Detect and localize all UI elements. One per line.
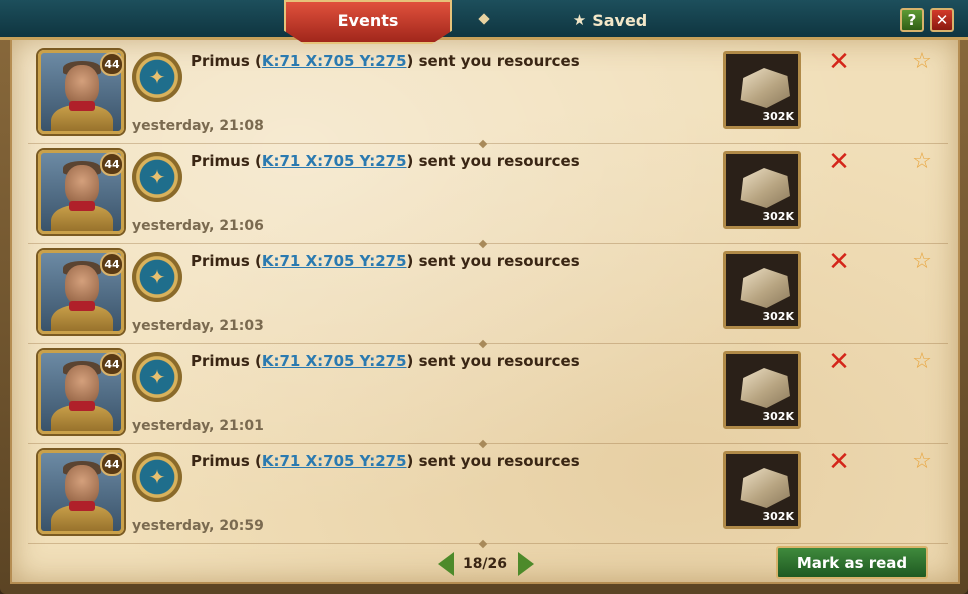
event-message: Primus (K:71 X:705 Y:275) sent you resou… [191, 452, 580, 470]
stone-icon [740, 168, 790, 208]
event-message: Primus (K:71 X:705 Y:275) sent you resou… [191, 152, 580, 170]
level-badge: 44 [100, 352, 124, 376]
stone-icon [740, 368, 790, 408]
avatar-face [65, 365, 99, 405]
tab-saved-label: Saved [592, 10, 648, 30]
event-time: yesterday, 21:03 [132, 318, 264, 334]
resource-slot[interactable]: 302K [723, 251, 801, 329]
event-message: Primus (K:71 X:705 Y:275) sent you resou… [191, 252, 580, 270]
page-indicator: 18/26 [462, 556, 508, 572]
eagle-emblem-icon: ✦ [132, 252, 182, 302]
pager-prev-arrow-icon[interactable] [438, 552, 454, 576]
level-badge: 44 [100, 252, 124, 276]
event-time: yesterday, 21:08 [132, 118, 264, 134]
tab-separator [478, 13, 490, 25]
favorite-button[interactable]: ☆ [910, 450, 934, 474]
delete-button[interactable]: ✕ [828, 449, 850, 475]
list-item: 44 ✦ Primus (K:71 X:705 Y:275) sent you … [28, 244, 948, 344]
mark-as-read-button[interactable]: Mark as read [776, 546, 928, 579]
resource-slot[interactable]: 302K [723, 151, 801, 229]
avatar-collar [69, 501, 95, 511]
help-button[interactable]: ? [900, 8, 924, 32]
event-action: sent you resources [418, 352, 580, 370]
coords-link[interactable]: K:71 X:705 Y:275 [262, 452, 407, 470]
list-item: 44 ✦ Primus (K:71 X:705 Y:275) sent you … [28, 144, 948, 244]
event-time: yesterday, 21:06 [132, 218, 264, 234]
sender-name: Primus [191, 252, 250, 270]
avatar-face [65, 465, 99, 505]
sender-name: Primus [191, 152, 250, 170]
star-icon: ★ [572, 11, 587, 29]
event-action: sent you resources [418, 252, 580, 270]
resource-amount: 302K [762, 210, 795, 223]
tab-saved[interactable]: ★ Saved [540, 6, 680, 34]
list-item: 44 ✦ Primus (K:71 X:705 Y:275) sent you … [28, 344, 948, 444]
tab-events[interactable]: Events [284, 0, 452, 44]
resource-amount: 302K [762, 410, 795, 423]
avatar-collar [69, 101, 95, 111]
event-action: sent you resources [418, 152, 580, 170]
stone-icon [740, 68, 790, 108]
sender-name: Primus [191, 52, 250, 70]
level-badge: 44 [100, 452, 124, 476]
avatar-collar [69, 401, 95, 411]
event-time: yesterday, 21:01 [132, 418, 264, 434]
delete-button[interactable]: ✕ [828, 49, 850, 75]
favorite-button[interactable]: ☆ [910, 350, 934, 374]
coords-link[interactable]: K:71 X:705 Y:275 [262, 252, 407, 270]
stone-icon [740, 268, 790, 308]
eagle-emblem-icon: ✦ [132, 352, 182, 402]
eagle-emblem-icon: ✦ [132, 152, 182, 202]
event-message: Primus (K:71 X:705 Y:275) sent you resou… [191, 52, 580, 70]
list-item: 44 ✦ Primus (K:71 X:705 Y:275) sent you … [28, 44, 948, 144]
favorite-button[interactable]: ☆ [910, 250, 934, 274]
sender-name: Primus [191, 352, 250, 370]
event-time: yesterday, 20:59 [132, 518, 264, 534]
event-message: Primus (K:71 X:705 Y:275) sent you resou… [191, 352, 580, 370]
coords-link[interactable]: K:71 X:705 Y:275 [262, 152, 407, 170]
resource-slot[interactable]: 302K [723, 451, 801, 529]
eagle-emblem-icon: ✦ [132, 52, 182, 102]
avatar-face [65, 265, 99, 305]
resource-amount: 302K [762, 110, 795, 123]
resource-slot[interactable]: 302K [723, 351, 801, 429]
coords-link[interactable]: K:71 X:705 Y:275 [262, 52, 407, 70]
avatar-face [65, 65, 99, 105]
eagle-emblem-icon: ✦ [132, 452, 182, 502]
pager-next-arrow-icon[interactable] [518, 552, 534, 576]
avatar-collar [69, 201, 95, 211]
level-badge: 44 [100, 152, 124, 176]
favorite-button[interactable]: ☆ [910, 50, 934, 74]
resource-amount: 302K [762, 510, 795, 523]
events-list: 44 ✦ Primus (K:71 X:705 Y:275) sent you … [28, 44, 948, 544]
level-badge: 44 [100, 52, 124, 76]
resource-amount: 302K [762, 310, 795, 323]
coords-link[interactable]: K:71 X:705 Y:275 [262, 352, 407, 370]
sender-name: Primus [191, 452, 250, 470]
delete-button[interactable]: ✕ [828, 149, 850, 175]
close-button[interactable]: ✕ [930, 8, 954, 32]
event-action: sent you resources [418, 52, 580, 70]
stone-icon [740, 468, 790, 508]
window-header: Events ★ Saved ? ✕ [0, 0, 968, 44]
event-action: sent you resources [418, 452, 580, 470]
resource-slot[interactable]: 302K [723, 51, 801, 129]
delete-button[interactable]: ✕ [828, 249, 850, 275]
list-item: 44 ✦ Primus (K:71 X:705 Y:275) sent you … [28, 444, 948, 544]
favorite-button[interactable]: ☆ [910, 150, 934, 174]
avatar-face [65, 165, 99, 205]
delete-button[interactable]: ✕ [828, 349, 850, 375]
avatar-collar [69, 301, 95, 311]
